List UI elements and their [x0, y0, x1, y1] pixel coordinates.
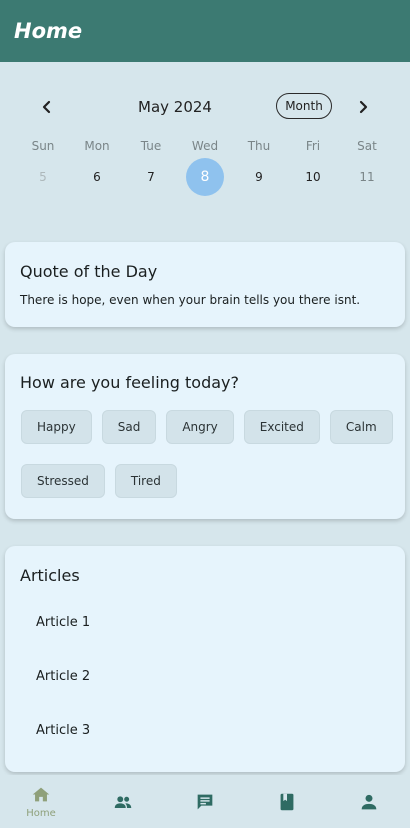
weekday-sun: Sun [31, 139, 55, 153]
bottom-nav: Home [0, 775, 410, 828]
quote-title: Quote of the Day [20, 262, 158, 281]
nav-community[interactable] [82, 775, 164, 828]
mood-row: Happy Sad Angry Excited Calm [21, 410, 393, 444]
people-icon [114, 795, 132, 808]
mood-row: Stressed Tired [21, 464, 177, 498]
article-item-2[interactable]: Article 2 [36, 669, 90, 684]
mood-chip-happy[interactable]: Happy [21, 410, 92, 444]
nav-home-label: Home [26, 808, 56, 819]
chevron-right-icon-graphic [359, 100, 368, 114]
date-cell[interactable]: 6 [70, 158, 124, 196]
date-9[interactable]: 9 [240, 158, 278, 196]
month-view-button[interactable]: Month [276, 93, 332, 119]
mood-chip-stressed[interactable]: Stressed [21, 464, 105, 498]
page-title: Home [14, 19, 83, 43]
weekday-tue: Tue [140, 139, 162, 153]
mood-chip-sad[interactable]: Sad [101, 410, 157, 444]
book-icon [280, 793, 294, 810]
weekday-fri: Fri [305, 139, 321, 153]
article-item-1[interactable]: Article 1 [36, 615, 90, 630]
mood-chip-angry[interactable]: Angry [166, 410, 234, 444]
chevron-left-icon-graphic [42, 100, 51, 114]
weekday-thu: Thu [247, 139, 271, 153]
nav-journal[interactable] [246, 775, 328, 828]
home-icon [32, 787, 50, 802]
articles-title: Articles [20, 566, 80, 585]
mood-chip-calm[interactable]: Calm [329, 410, 393, 444]
app-bar: Home [0, 0, 410, 62]
date-11[interactable]: 11 [348, 158, 386, 196]
date-7[interactable]: 7 [132, 158, 170, 196]
date-cell[interactable]: 11 [340, 158, 394, 196]
mood-chip-excited[interactable]: Excited [243, 410, 320, 444]
date-cell[interactable]: 5 [16, 158, 70, 196]
nav-chat[interactable] [164, 775, 246, 828]
chevron-right-icon[interactable] [350, 94, 376, 120]
date-cell[interactable]: 9 [232, 158, 286, 196]
date-5[interactable]: 5 [24, 158, 62, 196]
quote-text: There is hope, even when your brain tell… [20, 293, 361, 307]
chevron-left-icon[interactable] [34, 94, 60, 120]
mood-chip-tired[interactable]: Tired [114, 464, 177, 498]
nav-profile[interactable] [328, 775, 410, 828]
mood-title: How are you feeling today? [20, 373, 240, 392]
date-cell[interactable]: 10 [286, 158, 340, 196]
week-dates: 5 6 7 8 9 10 11 [16, 158, 394, 196]
date-10[interactable]: 10 [294, 158, 332, 196]
date-8-selected[interactable]: 8 [186, 158, 224, 196]
week-calendar: May 2024 Month Sun Mon Tue Wed Thu Fri S… [0, 62, 410, 234]
person-icon [361, 794, 377, 809]
article-item-3[interactable]: Article 3 [36, 723, 90, 738]
articles-card: Articles Article 1 Article 2 Article 3 [5, 546, 405, 772]
quote-card: Quote of the Day There is hope, even whe… [5, 242, 405, 327]
date-cell[interactable]: 8 [178, 158, 232, 196]
date-6[interactable]: 6 [78, 158, 116, 196]
weekday-wed: Wed [191, 139, 219, 153]
chat-icon [197, 794, 213, 809]
mood-card: How are you feeling today? Happy Sad Ang… [5, 354, 405, 519]
date-cell[interactable]: 7 [124, 158, 178, 196]
calendar-header: May 2024 Month [0, 92, 410, 122]
weekday-labels: Sun Mon Tue Wed Thu Fri Sat [16, 139, 394, 153]
nav-home[interactable]: Home [0, 775, 82, 828]
month-label: May 2024 [138, 98, 212, 116]
weekday-sat: Sat [357, 139, 377, 153]
weekday-mon: Mon [84, 139, 110, 153]
